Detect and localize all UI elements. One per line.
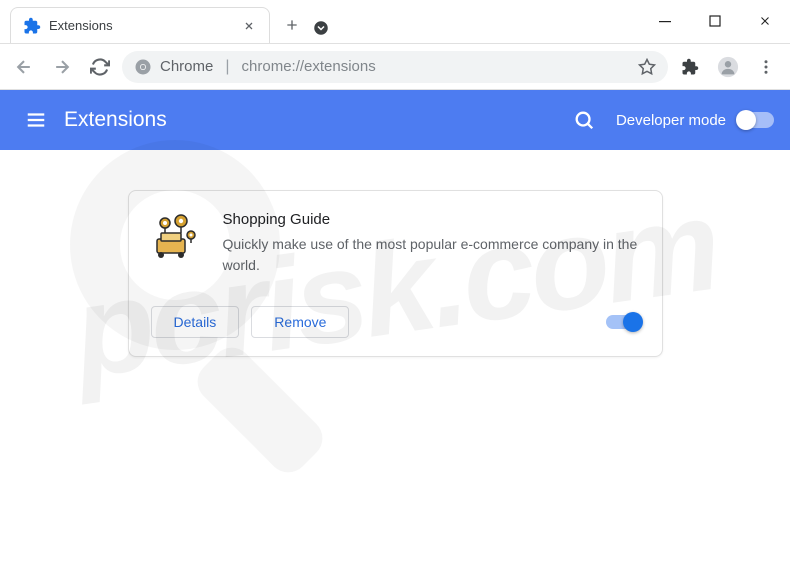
browser-titlebar: Extensions	[0, 0, 790, 44]
extensions-icon[interactable]	[674, 51, 706, 83]
profile-icon[interactable]	[712, 51, 744, 83]
menu-dots-icon[interactable]	[750, 51, 782, 83]
hamburger-menu-icon[interactable]	[16, 100, 56, 140]
toggle-knob	[736, 110, 756, 130]
chrome-icon	[134, 58, 152, 76]
browser-toolbar: Chrome | chrome://extensions	[0, 44, 790, 90]
search-icon[interactable]	[564, 100, 604, 140]
address-bar[interactable]: Chrome | chrome://extensions	[122, 51, 668, 83]
url-text: chrome://extensions	[242, 58, 376, 75]
extension-description: Quickly make use of the most popular e-c…	[223, 234, 640, 276]
window-controls	[640, 0, 790, 43]
tab-title: Extensions	[49, 18, 241, 33]
maximize-button[interactable]	[690, 0, 740, 43]
developer-mode-label: Developer mode	[616, 112, 726, 129]
url-prefix: Chrome	[160, 58, 213, 75]
extension-enable-toggle[interactable]	[606, 315, 640, 329]
bookmark-star-icon[interactable]	[638, 58, 656, 76]
minimize-button[interactable]	[640, 0, 690, 43]
close-window-button[interactable]	[740, 0, 790, 43]
close-tab-icon[interactable]	[241, 18, 257, 34]
extension-name: Shopping Guide	[223, 211, 640, 228]
details-button[interactable]: Details	[151, 306, 240, 338]
browser-tab[interactable]: Extensions	[10, 7, 270, 43]
back-button[interactable]	[8, 51, 40, 83]
puzzle-icon	[23, 17, 41, 35]
extension-card: Shopping Guide Quickly make use of the m…	[128, 190, 663, 357]
forward-button[interactable]	[46, 51, 78, 83]
new-tab-button[interactable]	[278, 11, 306, 39]
extensions-header: Extensions Developer mode	[0, 90, 790, 150]
tab-search-icon[interactable]	[306, 19, 336, 37]
remove-button[interactable]: Remove	[251, 306, 349, 338]
extension-icon	[151, 211, 199, 259]
extensions-content: Shopping Guide Quickly make use of the m…	[0, 150, 790, 397]
url-divider: |	[221, 58, 233, 76]
page-title: Extensions	[64, 108, 167, 132]
toggle-knob	[623, 312, 643, 332]
developer-mode-toggle[interactable]	[738, 112, 774, 128]
reload-button[interactable]	[84, 51, 116, 83]
